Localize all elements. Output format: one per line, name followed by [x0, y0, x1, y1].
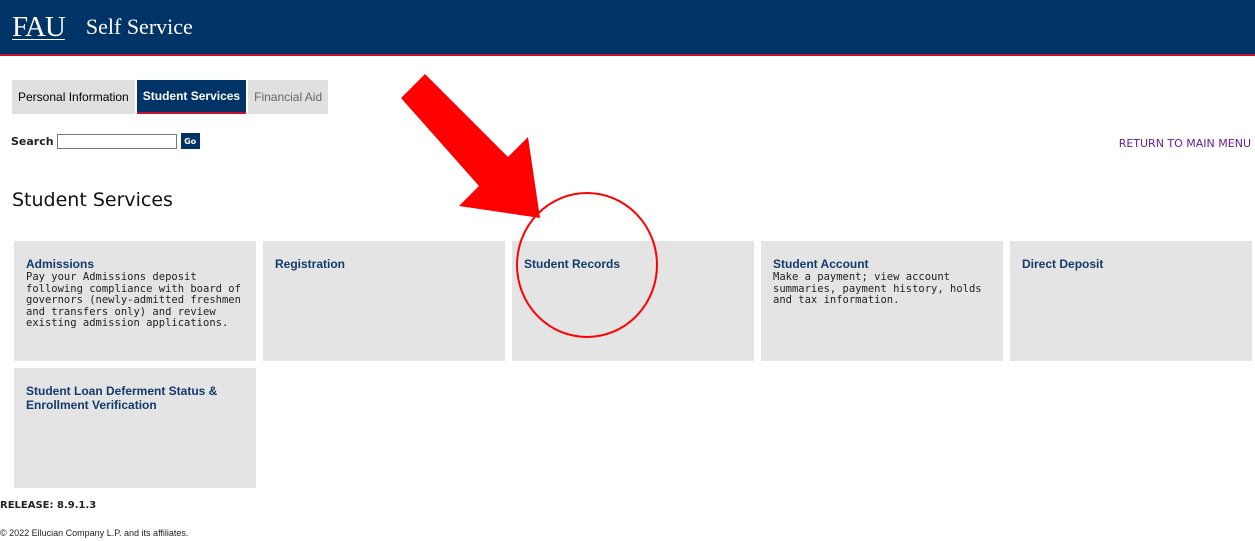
search-bar: Search Go — [11, 133, 200, 149]
app-title: Self Service — [85, 14, 193, 39]
go-button[interactable]: Go — [180, 133, 200, 149]
card-title[interactable]: Student Account — [773, 257, 991, 271]
card-admissions[interactable]: Admissions Pay your Admissions deposit f… — [14, 241, 256, 361]
fau-logo[interactable]: FAU — [12, 12, 66, 42]
release-version: RELEASE: 8.9.1.3 — [0, 500, 97, 511]
tab-personal-information[interactable]: Personal Information — [12, 80, 135, 114]
copyright-text: © 2022 Ellucian Company L.P. and its aff… — [0, 528, 189, 538]
card-direct-deposit[interactable]: Direct Deposit — [1010, 241, 1252, 361]
card-description: Make a payment; view account summaries, … — [773, 271, 982, 306]
card-title[interactable]: Admissions — [26, 257, 244, 271]
card-title[interactable]: Direct Deposit — [1022, 257, 1240, 271]
return-to-main-menu-link[interactable]: RETURN TO MAIN MENU — [1119, 137, 1251, 150]
card-student-account[interactable]: Student Account Make a payment; view acc… — [761, 241, 1003, 361]
search-label: Search — [11, 134, 54, 148]
card-title[interactable]: Registration — [275, 257, 493, 271]
card-title[interactable]: Student Loan Deferment Status & Enrollme… — [26, 384, 244, 412]
tab-student-services[interactable]: Student Services — [136, 80, 247, 114]
search-input[interactable] — [56, 133, 177, 149]
card-title[interactable]: Student Records — [524, 257, 742, 271]
main-tabs: Personal Information Student Services Fi… — [12, 80, 329, 114]
card-student-loan-deferment[interactable]: Student Loan Deferment Status & Enrollme… — [14, 368, 256, 488]
card-description: Pay your Admissions deposit following co… — [26, 271, 241, 329]
page-title: Student Services — [12, 189, 173, 211]
top-banner: FAU Self Service — [0, 0, 1255, 56]
card-registration[interactable]: Registration — [263, 241, 505, 361]
card-student-records[interactable]: Student Records — [512, 241, 754, 361]
tab-financial-aid[interactable]: Financial Aid — [248, 80, 329, 114]
red-arrow-icon — [401, 74, 540, 218]
